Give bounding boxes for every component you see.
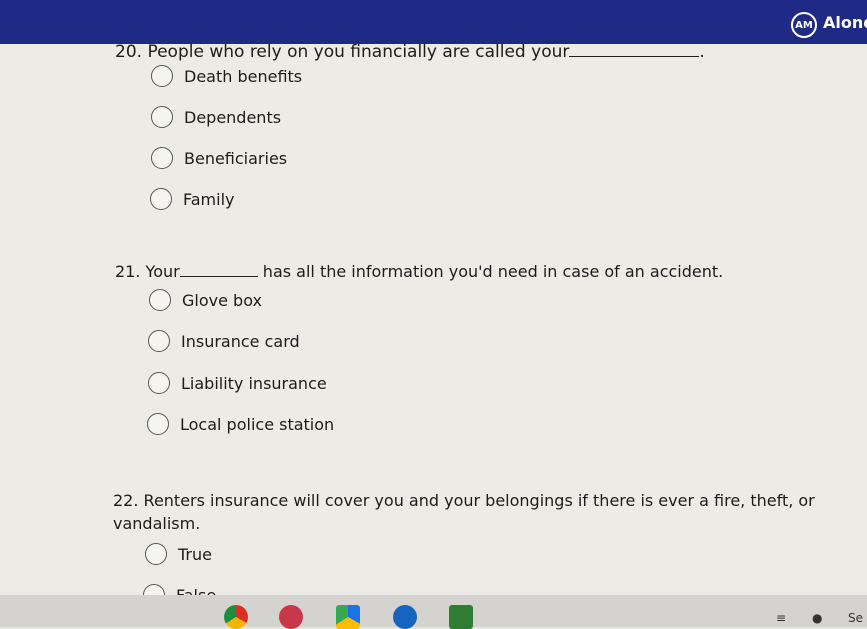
user-name: Alond	[823, 13, 867, 32]
radio-button[interactable]	[148, 372, 170, 394]
question-number: 20.	[115, 42, 143, 62]
chrome-icon[interactable]	[224, 605, 248, 629]
option-label: Glove box	[182, 290, 262, 310]
radio-button[interactable]	[151, 147, 173, 169]
option-label: Insurance card	[181, 331, 300, 351]
question-number: 21.	[115, 262, 141, 281]
radio-button[interactable]	[145, 543, 167, 565]
taskbar	[0, 595, 867, 627]
top-bar: AM Alond	[0, 0, 867, 44]
question-22-line2: vandalism.	[113, 514, 201, 533]
radio-button[interactable]	[151, 106, 173, 128]
answer-blank	[569, 56, 700, 57]
user-avatar[interactable]: AM	[791, 12, 817, 38]
radio-button[interactable]	[150, 188, 172, 210]
question-20: 20. People who rely on you financially a…	[115, 42, 705, 62]
option-family[interactable]: Family	[150, 188, 234, 210]
option-label: Beneficiaries	[184, 148, 288, 168]
answer-blank	[179, 276, 258, 277]
question-22: 22. Renters insurance will cover you and…	[113, 491, 815, 510]
question-text-end: has all the information you'd need in ca…	[262, 262, 724, 281]
question-text: Renters insurance will cover you and you…	[143, 491, 815, 510]
option-insurance-card[interactable]: Insurance card	[148, 330, 300, 352]
notification-icon[interactable]: ●	[812, 611, 822, 625]
option-label: Family	[183, 189, 235, 209]
option-label: Death benefits	[184, 66, 303, 86]
tray-text[interactable]: Se	[848, 611, 863, 625]
option-glove-box[interactable]: Glove box	[149, 289, 262, 311]
option-beneficiaries[interactable]: Beneficiaries	[151, 147, 287, 169]
drive-icon[interactable]	[336, 605, 360, 629]
docs-app-icon[interactable]	[393, 605, 417, 629]
radio-button[interactable]	[147, 413, 169, 435]
notes-icon[interactable]: ≡	[776, 611, 786, 625]
question-text: Your	[145, 262, 180, 281]
question-text-end: .	[699, 42, 705, 62]
question-number: 22.	[113, 491, 139, 510]
classroom-icon[interactable]	[449, 605, 473, 629]
quiz-page	[0, 44, 867, 595]
option-dependents[interactable]: Dependents	[151, 106, 281, 128]
option-liability-insurance[interactable]: Liability insurance	[148, 372, 327, 394]
radio-button[interactable]	[149, 289, 171, 311]
option-death-benefits[interactable]: Death benefits	[151, 65, 302, 87]
option-local-police-station[interactable]: Local police station	[147, 413, 334, 435]
question-text: People who rely on you financially are c…	[147, 42, 570, 62]
radio-button[interactable]	[151, 65, 173, 87]
question-21: 21. Your has all the information you'd n…	[115, 262, 723, 281]
option-label: Dependents	[184, 107, 282, 127]
option-label: True	[178, 544, 212, 564]
option-label: Local police station	[180, 414, 335, 434]
radio-button[interactable]	[148, 330, 170, 352]
art-app-icon[interactable]	[279, 605, 303, 629]
option-label: Liability insurance	[181, 373, 327, 393]
option-true[interactable]: True	[145, 543, 212, 565]
